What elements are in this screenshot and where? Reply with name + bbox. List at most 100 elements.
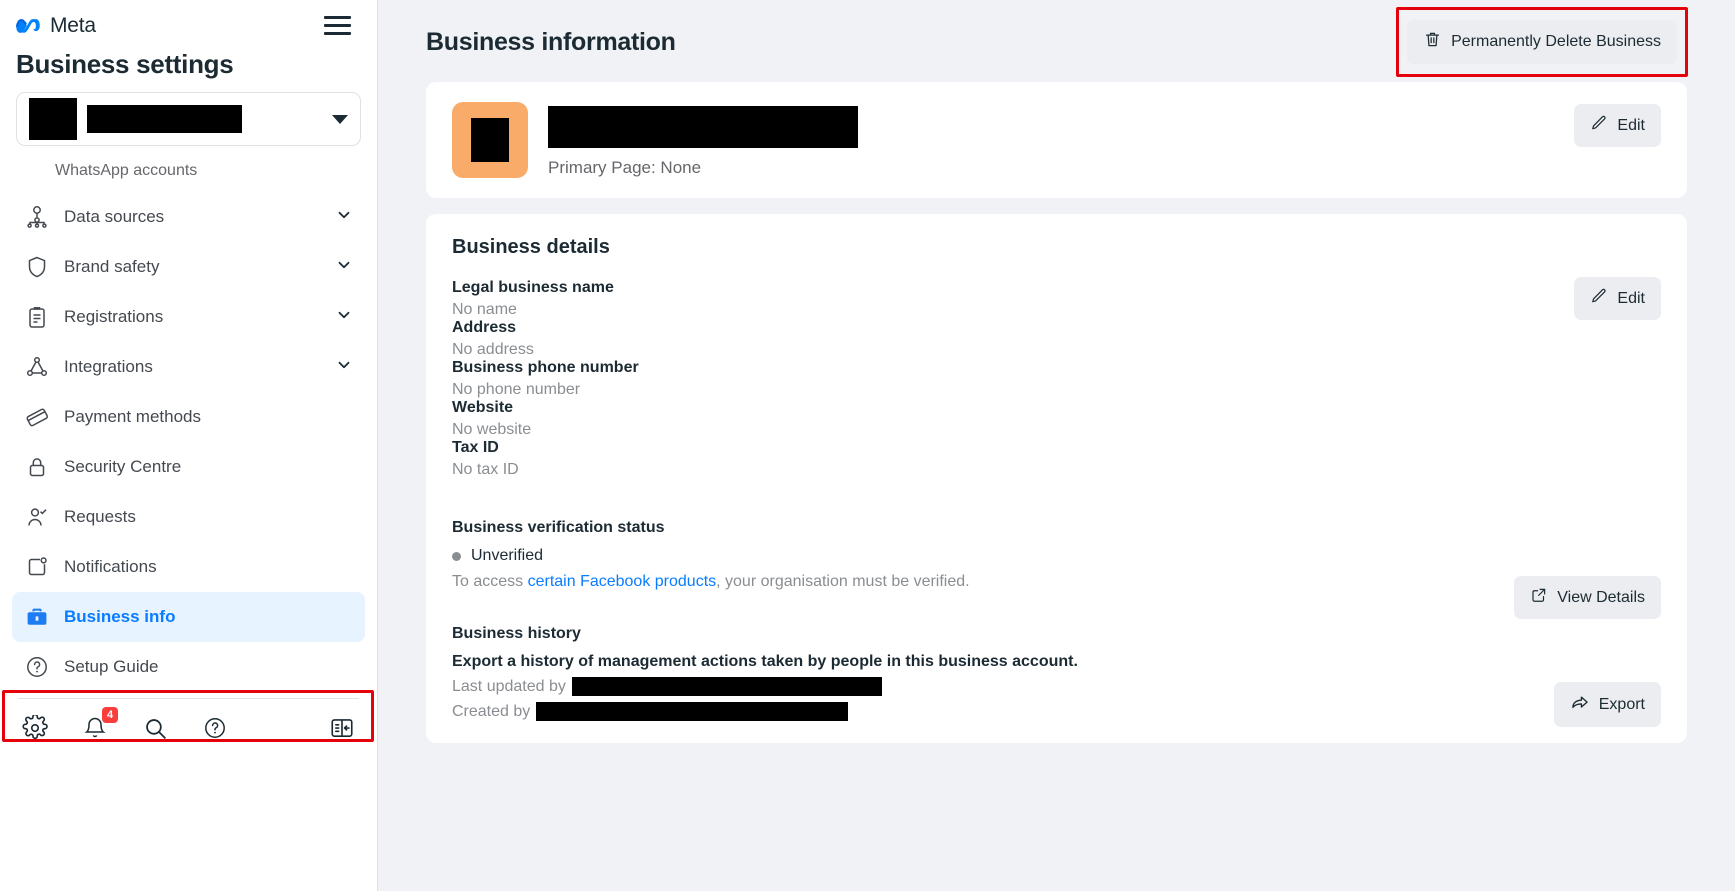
- history-description: Export a history of management actions t…: [452, 653, 1078, 670]
- delete-button-wrapper: Permanently Delete Business: [1396, 7, 1688, 77]
- meta-brand-label: Meta: [50, 13, 96, 37]
- briefcase-icon: [24, 604, 50, 630]
- last-updated-user-redacted: [571, 677, 882, 696]
- profile-row: Primary Page: None: [452, 102, 1661, 178]
- sidebar-item-integrations[interactable]: Integrations: [12, 342, 365, 392]
- question-circle-icon: [24, 654, 50, 680]
- sidebar-item-registrations[interactable]: Registrations: [12, 292, 365, 342]
- credit-card-icon: [24, 404, 50, 430]
- integrations-icon: [24, 354, 50, 380]
- user-check-icon: [24, 504, 50, 530]
- avatar-redaction: [471, 118, 509, 162]
- export-label: Export: [1598, 695, 1645, 713]
- business-details-card: Business details Edit Legal business nam…: [426, 214, 1687, 743]
- status-badge: Unverified: [471, 547, 544, 564]
- business-avatar: [452, 102, 528, 178]
- sidebar-nav: Data sources Brand safety Registrations …: [0, 192, 377, 692]
- business-name-redacted: [548, 106, 858, 148]
- business-selector[interactable]: [16, 92, 361, 146]
- profile-text: Primary Page: None: [548, 102, 858, 178]
- sidebar-item-brand-safety[interactable]: Brand safety: [12, 242, 365, 292]
- field-label: Tax ID: [452, 439, 499, 456]
- edit-profile-label: Edit: [1617, 116, 1645, 134]
- sidebar-item-label: Notifications: [64, 557, 157, 576]
- history-section: Business history Export a history of man…: [452, 625, 1661, 727]
- edit-profile-button[interactable]: Edit: [1574, 104, 1661, 147]
- sidebar-item-setup-guide[interactable]: Setup Guide: [12, 642, 365, 692]
- meta-infinity-logo-icon: [16, 18, 40, 33]
- permanently-delete-business-button[interactable]: Permanently Delete Business: [1407, 20, 1677, 64]
- page-title: Business settings: [16, 49, 234, 79]
- external-link-icon: [1530, 586, 1548, 609]
- business-thumbnail: [29, 98, 77, 140]
- edit-details-button[interactable]: Edit: [1574, 277, 1661, 320]
- sidebar-subheading: WhatsApp accounts: [55, 162, 198, 179]
- lock-icon: [24, 454, 50, 480]
- sidebar-item-label: Brand safety: [64, 257, 160, 276]
- details-field: Website No website: [452, 399, 1661, 439]
- main-header: Business information Permanently Delete …: [378, 0, 1735, 82]
- sidebar-header: Meta: [0, 0, 377, 41]
- created-by-user-redacted: [536, 702, 849, 721]
- export-button[interactable]: Export: [1553, 682, 1661, 727]
- chevron-down-icon: [335, 256, 353, 279]
- view-details-button[interactable]: View Details: [1514, 576, 1661, 619]
- primary-page-label: Primary Page: None: [548, 158, 702, 177]
- trash-icon: [1423, 30, 1442, 54]
- sidebar-item-business-info[interactable]: Business info: [12, 592, 365, 642]
- verification-note: To access certain Facebook products, you…: [452, 573, 1661, 591]
- business-selector-name: [87, 105, 242, 133]
- hamburger-menu-icon[interactable]: [320, 12, 355, 39]
- field-value: No tax ID: [452, 461, 519, 478]
- bell-icon[interactable]: 4: [80, 707, 118, 743]
- sidebar-item-label: Payment methods: [64, 407, 202, 426]
- field-label: Address: [452, 319, 517, 336]
- sidebar-item-label: Requests: [64, 507, 136, 526]
- pencil-icon: [1590, 114, 1608, 137]
- gear-icon[interactable]: [20, 713, 50, 743]
- field-value: No phone number: [452, 381, 581, 398]
- field-label: Website: [452, 399, 514, 416]
- details-field: Legal business name No name: [452, 279, 1661, 319]
- sidebar-item-label: Data sources: [64, 207, 165, 226]
- history-created-by: Created by: [452, 702, 1661, 721]
- share-arrow-icon: [1570, 692, 1590, 717]
- notification-badge: 4: [102, 707, 118, 723]
- details-field: Tax ID No tax ID: [452, 439, 1661, 479]
- verification-status-row: Unverified: [452, 547, 1661, 565]
- history-last-updated: Last updated by: [452, 677, 1661, 696]
- sidebar-item-label: Business info: [64, 607, 176, 626]
- sidebar: Meta Business settings WhatsApp accounts: [0, 0, 378, 891]
- main-content: Business information Permanently Delete …: [378, 0, 1735, 891]
- view-details-label: View Details: [1557, 588, 1645, 606]
- business-profile-card: Primary Page: None Edit: [426, 82, 1687, 198]
- field-value: No name: [452, 301, 517, 318]
- sidebar-item-payment-methods[interactable]: Payment methods: [12, 392, 365, 442]
- panel-collapse-icon[interactable]: [327, 713, 357, 743]
- status-dot-icon: [452, 551, 461, 561]
- verification-section: Business verification status Unverified …: [452, 519, 1661, 619]
- sidebar-item-requests[interactable]: Requests: [12, 492, 365, 542]
- chevron-down-icon: [335, 306, 353, 329]
- field-label: Business phone number: [452, 359, 639, 376]
- sidebar-item-notifications[interactable]: Notifications: [12, 542, 365, 592]
- question-circle-icon[interactable]: [200, 713, 230, 743]
- verification-heading: Business verification status: [452, 519, 665, 536]
- sidebar-toolbar: 4: [0, 699, 377, 743]
- meta-brand: Meta: [16, 14, 96, 38]
- sidebar-item-label: Registrations: [64, 307, 164, 326]
- main-page-title: Business information: [426, 27, 676, 56]
- history-heading: Business history: [452, 625, 581, 642]
- field-value: No website: [452, 421, 532, 438]
- field-value: No address: [452, 341, 534, 358]
- chevron-down-icon: [335, 206, 353, 229]
- facebook-products-link[interactable]: certain Facebook products: [528, 573, 717, 590]
- delete-button-label: Permanently Delete Business: [1451, 33, 1661, 50]
- sidebar-item-security-centre[interactable]: Security Centre: [12, 442, 365, 492]
- search-icon[interactable]: [140, 713, 170, 743]
- notification-box-icon: [24, 554, 50, 580]
- sidebar-item-data-sources[interactable]: Data sources: [12, 192, 365, 242]
- shield-icon: [24, 254, 50, 280]
- chevron-down-icon: [332, 114, 348, 124]
- business-details-title: Business details: [452, 236, 610, 258]
